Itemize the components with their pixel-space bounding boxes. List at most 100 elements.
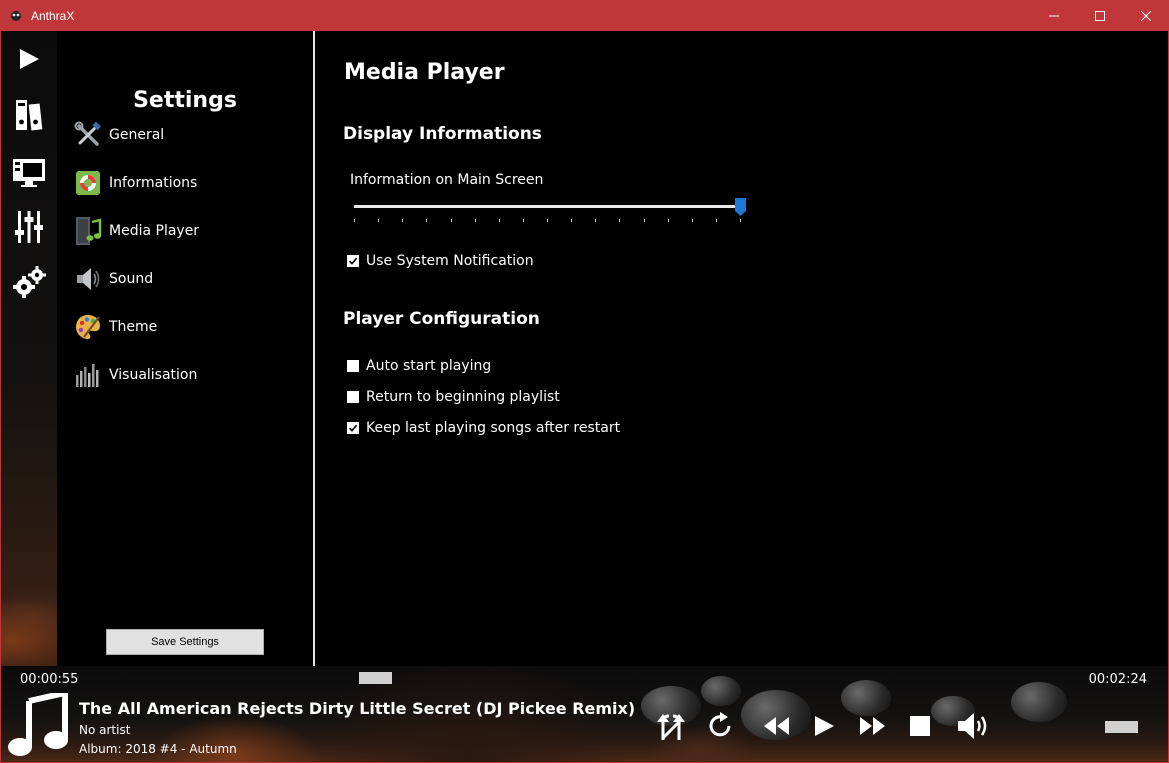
volume-button[interactable] [957, 709, 991, 743]
slider-tick [595, 219, 597, 222]
background-asteroid [1011, 682, 1067, 722]
minimize-button[interactable] [1031, 0, 1077, 31]
slider-tick [643, 219, 645, 222]
checkbox-label: Auto start playing [366, 358, 492, 374]
slider-tick [450, 219, 452, 222]
media-player-icon [73, 216, 103, 246]
seek-slider-thumb[interactable] [359, 672, 392, 684]
slider-tick [571, 219, 573, 222]
song-album: Album: 2018 #4 - Autumn [79, 742, 237, 756]
settings-nav-informations[interactable]: Informations [73, 165, 197, 201]
checkbox-box[interactable] [347, 255, 359, 267]
slider-tick [522, 219, 524, 222]
rail-equalizer-button[interactable] [1, 205, 57, 249]
slider-tick [402, 219, 404, 222]
settings-title: Settings [133, 88, 237, 113]
equalizer-icon [15, 211, 43, 243]
slider-label: Information on Main Screen [350, 172, 544, 188]
window-frame-left [0, 31, 1, 763]
slider-tick [667, 219, 669, 222]
maximize-icon [1095, 10, 1105, 21]
slider-tick [619, 219, 621, 222]
settings-nav-sound[interactable]: Sound [73, 261, 153, 297]
auto-start-checkbox[interactable]: Auto start playing [347, 357, 491, 375]
elapsed-time: 00:00:55 [20, 672, 79, 687]
library-icon [16, 100, 43, 131]
play-icon [815, 716, 834, 736]
fast-forward-button[interactable] [856, 709, 890, 743]
slider-tick [474, 219, 476, 222]
icon-rail [1, 31, 57, 666]
slider-tick [354, 219, 355, 222]
save-settings-button[interactable]: Save Settings [106, 629, 264, 655]
shuffle-button[interactable] [654, 709, 688, 743]
slider-tick [378, 219, 380, 222]
play-icon [20, 49, 39, 69]
slider-thumb[interactable] [735, 198, 746, 216]
slider-tick [715, 219, 717, 222]
bars-icon [73, 360, 103, 390]
settings-nav-general[interactable]: General [73, 117, 164, 153]
settings-nav-label: General [109, 127, 165, 143]
player-bar: 00:00:55 00:02:24 The All American Rejec… [1, 666, 1168, 762]
settings-nav-label: Visualisation [109, 367, 198, 383]
close-button[interactable] [1123, 0, 1169, 31]
information-slider[interactable] [354, 196, 746, 226]
section-title-player: Player Configuration [343, 309, 540, 329]
speaker-icon [73, 264, 103, 294]
rail-settings-button[interactable] [1, 261, 57, 305]
rewind-button[interactable] [759, 709, 793, 743]
page-title: Media Player [344, 60, 505, 85]
window-title: AnthraX [31, 8, 75, 23]
app-logo-icon [9, 9, 23, 23]
stop-icon [910, 716, 930, 736]
rail-visual-button[interactable] [1, 151, 57, 195]
song-artist: No artist [79, 723, 131, 737]
volume-icon [958, 713, 987, 739]
settings-nav-visualisation[interactable]: Visualisation [73, 357, 197, 393]
slider-tick [426, 219, 428, 222]
checkbox-label: Use System Notification [366, 253, 534, 269]
rail-library-button[interactable] [1, 93, 57, 137]
repeat-button[interactable] [703, 709, 737, 743]
stop-button[interactable] [903, 709, 937, 743]
return-to-beginning-checkbox[interactable]: Return to beginning playlist [347, 388, 560, 406]
slider-tick [498, 219, 500, 222]
settings-nav-label: Theme [109, 319, 158, 335]
use-system-notification-checkbox[interactable]: Use System Notification [347, 252, 534, 270]
palette-icon [73, 312, 103, 342]
settings-nav-media-player[interactable]: Media Player [73, 213, 199, 249]
settings-content-panel: Media Player Display Informations Inform… [315, 31, 1168, 666]
music-note-icon [8, 693, 68, 756]
lifebuoy-icon [73, 168, 103, 198]
settings-nav-label: Media Player [109, 223, 200, 239]
settings-nav-label: Informations [109, 175, 198, 191]
song-title: The All American Rejects Dirty Little Se… [79, 699, 636, 718]
checkbox-box[interactable] [347, 391, 359, 403]
background-asteroid [701, 676, 741, 706]
slider-tick [547, 219, 548, 222]
checkbox-box[interactable] [347, 360, 359, 372]
keep-last-songs-checkbox[interactable]: Keep last playing songs after restart [347, 419, 620, 437]
tools-icon [73, 120, 103, 150]
volume-slider-thumb[interactable] [1105, 721, 1138, 733]
repeat-icon [709, 712, 731, 737]
checkbox-label: Return to beginning playlist [366, 389, 560, 405]
total-duration: 00:02:24 [1088, 672, 1147, 687]
play-button[interactable] [807, 709, 841, 743]
shuffle-icon [657, 714, 685, 740]
monitor-icon [13, 159, 45, 187]
title-bar: AnthraX [0, 0, 1169, 31]
section-title-display: Display Informations [343, 124, 542, 144]
close-icon [1141, 10, 1151, 21]
minimize-icon [1049, 15, 1059, 16]
settings-sidebar: Settings General Informations Media Play… [57, 31, 313, 666]
settings-nav-theme[interactable]: Theme [73, 309, 157, 345]
rail-now-playing-button[interactable] [1, 37, 57, 81]
maximize-button[interactable] [1077, 0, 1123, 31]
rewind-icon [764, 717, 789, 735]
settings-nav-label: Sound [109, 271, 154, 287]
slider-track [354, 205, 741, 208]
fast-forward-icon [860, 717, 885, 735]
checkbox-box[interactable] [347, 422, 359, 434]
